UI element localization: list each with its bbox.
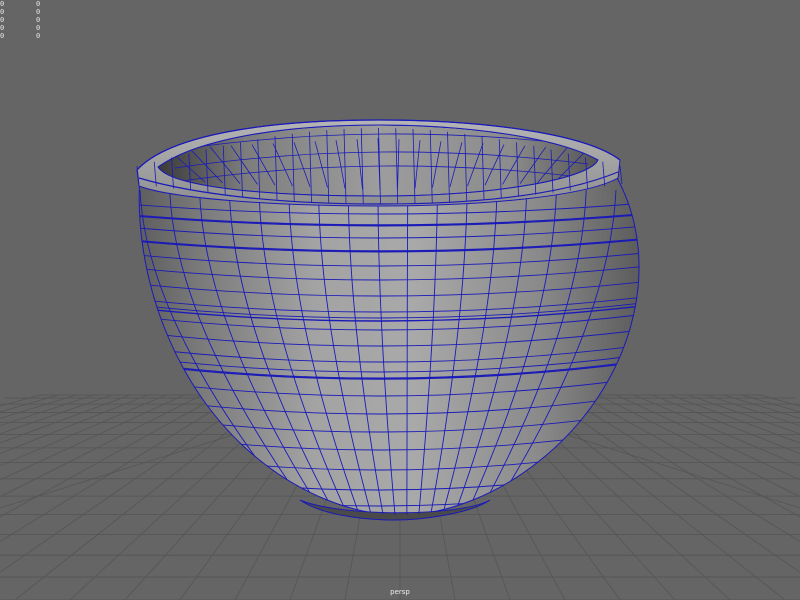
bowl-mesh[interactable] (120, 119, 640, 521)
grid-line (0, 394, 59, 413)
hud-label: 0 (0, 8, 5, 16)
hud-value: 0 (36, 0, 41, 8)
hud-row: 00 (0, 16, 60, 24)
rim-edge (619, 165, 623, 185)
scene-canvas[interactable] (0, 0, 800, 600)
grid-line (0, 394, 131, 444)
hud-label: 0 (0, 0, 5, 8)
hud-row: 00 (0, 0, 60, 8)
grid-line (0, 394, 203, 498)
hud-row: 00 (0, 24, 60, 32)
hud-label: 0 (0, 24, 5, 32)
hud-value: 0 (36, 32, 41, 40)
grid-line (0, 394, 77, 419)
hud-overlay: 0000000000 (0, 0, 60, 40)
hud-row: 00 (0, 32, 60, 40)
perspective-viewport[interactable]: 0000000000 persp (0, 0, 800, 600)
grid-line (0, 394, 185, 481)
grid-line (615, 394, 800, 481)
grid-line (0, 394, 113, 435)
camera-name-label: persp (390, 588, 410, 596)
hud-row: 00 (0, 8, 60, 16)
grid-line (669, 394, 800, 444)
grid-line (741, 394, 800, 413)
grid-line (687, 394, 800, 435)
grid-line (723, 394, 800, 419)
hud-value: 0 (36, 8, 41, 16)
grid-line (597, 394, 800, 498)
hud-value: 0 (36, 24, 41, 32)
bowl-body (138, 175, 640, 516)
hud-label: 0 (0, 32, 5, 40)
hud-label: 0 (0, 16, 5, 24)
hud-value: 0 (36, 16, 41, 24)
